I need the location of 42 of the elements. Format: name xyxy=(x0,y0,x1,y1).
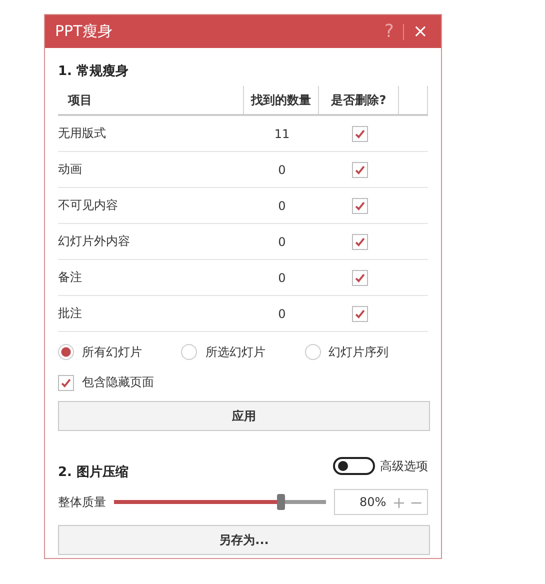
slider-label: 整体质量 xyxy=(58,494,106,510)
radio-label: 幻灯片序列 xyxy=(328,344,389,360)
table-cell-text: 不可见内容 xyxy=(58,197,119,214)
apply-button[interactable]: 应用 xyxy=(58,401,430,431)
toggle-switch[interactable] xyxy=(333,457,375,475)
checkbox-label: 包含隐藏页面 xyxy=(82,374,154,391)
checkbox[interactable] xyxy=(352,126,368,142)
radio-button[interactable] xyxy=(58,344,74,360)
table-cell-text: 备注 xyxy=(58,269,83,286)
save-as-button[interactable]: 另存为... xyxy=(58,525,430,555)
close-button[interactable]: × xyxy=(410,21,431,42)
table-cell-text: 11 xyxy=(273,126,291,140)
toggle-label: 高级选项 xyxy=(380,458,428,474)
table-cell-text: 动画 xyxy=(58,161,83,178)
table-cell-text: 0 xyxy=(277,306,287,320)
radio-button[interactable] xyxy=(304,344,321,360)
table-cell-text: 批注 xyxy=(58,305,83,322)
increment-button[interactable]: + xyxy=(392,492,406,512)
quality-field[interactable]: 80% + − xyxy=(334,489,428,515)
table-cell-text: 幻灯片外内容 xyxy=(58,233,131,250)
checkbox[interactable] xyxy=(352,270,368,286)
checkbox[interactable] xyxy=(352,306,368,322)
checkbox[interactable] xyxy=(352,234,368,250)
table-cell-text: 0 xyxy=(277,198,287,212)
checkbox[interactable] xyxy=(352,198,368,214)
window-title: PPT瘦身 xyxy=(55,22,112,41)
table-cell-text: 0 xyxy=(277,234,287,248)
radio-label: 所有幻灯片 xyxy=(82,344,142,360)
section-heading: 2. 图片压缩 xyxy=(58,464,129,481)
table-cell-text: 0 xyxy=(277,162,287,176)
column-header: 是否删除? xyxy=(319,86,400,114)
radio-button[interactable] xyxy=(181,344,198,360)
column-header: 找到的数量 xyxy=(244,86,320,114)
table-cell-text: 无用版式 xyxy=(58,125,107,142)
checkbox[interactable] xyxy=(58,374,74,390)
decrement-button[interactable]: − xyxy=(410,492,423,512)
table-cell-text: 0 xyxy=(277,270,287,284)
section-heading: 1. 常规瘦身 xyxy=(58,62,130,80)
checkbox[interactable] xyxy=(352,162,368,178)
radio-label: 所选幻灯片 xyxy=(205,344,266,360)
quality-slider[interactable] xyxy=(114,494,326,510)
column-header: 项目 xyxy=(58,86,244,114)
